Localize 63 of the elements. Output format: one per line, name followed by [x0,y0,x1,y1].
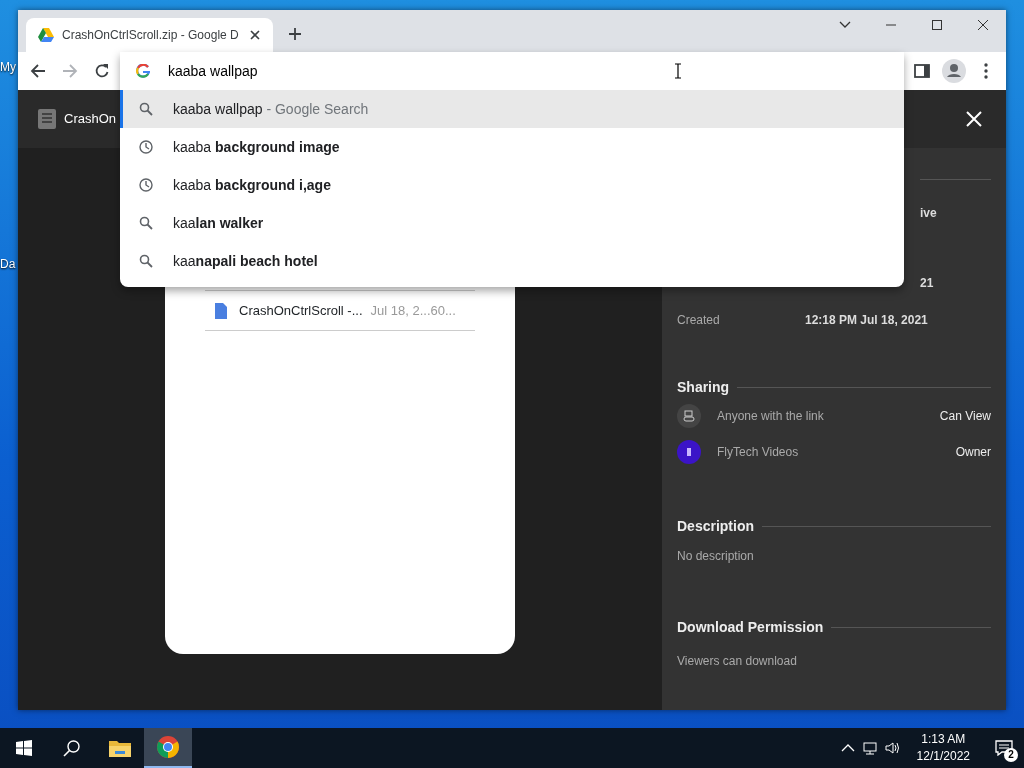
document-icon [215,302,227,319]
close-icon [978,20,988,30]
desktop-icon-label[interactable]: Da [0,255,16,273]
section-title: Sharing [677,378,730,397]
search-icon [139,216,153,230]
file-row[interactable]: CrashOnCtrlScroll -... Jul 18, 2...60... [205,290,475,331]
folder-icon [109,739,131,757]
close-icon [249,30,260,40]
detail-value: ive [920,205,937,222]
search-icon [63,739,81,757]
suggestion-item[interactable]: kaalan walker [120,204,904,242]
message-icon [995,740,1013,756]
clock-icon [139,178,153,192]
taskbar-app-button[interactable] [144,728,192,768]
more-icon [984,63,988,79]
section-title: Download Permission [677,618,824,637]
desktop-icon-label[interactable]: My [0,58,16,76]
avatar-icon [677,440,701,464]
arrow-left-icon [30,63,46,79]
clock[interactable]: 1:13 AM 12/1/2022 [910,731,976,765]
section-title: Description [677,517,754,536]
browser-tab[interactable]: CrashOnCtrlScroll.zip - Google D [26,18,273,52]
description-text: No description [677,548,755,565]
detail-value: 21 [920,275,934,292]
plus-icon [287,27,302,41]
tab-title: CrashOnCtrlScroll.zip - Google D [62,27,239,44]
file-meta: Jul 18, 2...60... [370,301,456,320]
suggestion-item[interactable]: kaaba background i,age [120,166,904,204]
search-icon [139,254,153,268]
share-role: Can View [939,408,991,425]
link-icon [677,404,701,428]
text-cursor-icon [674,63,682,79]
search-icon [139,102,153,116]
windows-icon [16,740,32,756]
file-icon [38,109,56,129]
arrow-right-icon [62,63,78,79]
maximize-icon [932,20,942,30]
notification-count: 2 [1004,748,1018,762]
reload-icon [94,63,110,79]
google-icon [136,64,150,78]
detail-label: Created [677,312,721,329]
detail-value: 12:18 PM Jul 18, 2021 [805,312,928,329]
chrome-icon [156,735,180,759]
suggestion-item[interactable]: kaaba wallpap - Google Search [120,90,904,128]
network-icon [862,741,877,755]
suggestion-item[interactable]: kaaba background image [120,128,904,166]
permission-text: Viewers can download [677,653,798,670]
share-name: Anyone with the link [717,408,825,425]
close-icon [966,111,982,127]
avatar-icon [942,59,966,83]
profile-button[interactable] [940,57,968,85]
file-name: CrashOnCtrlScroll -... [239,301,363,320]
notification-button[interactable]: 2 [984,728,1024,768]
drive-icon [38,28,54,42]
side-panel-icon [914,63,930,79]
address-field[interactable]: kaaba wallpap [168,60,768,82]
share-name: FlyTech Videos [717,444,800,461]
share-role: Owner [955,444,991,461]
volume-icon [884,741,899,755]
suggestion-item[interactable]: kaanapali beach hotel [120,242,904,280]
file-name: CrashOn [64,110,117,129]
chevron-down-icon [839,21,851,29]
clock-icon [139,140,153,154]
